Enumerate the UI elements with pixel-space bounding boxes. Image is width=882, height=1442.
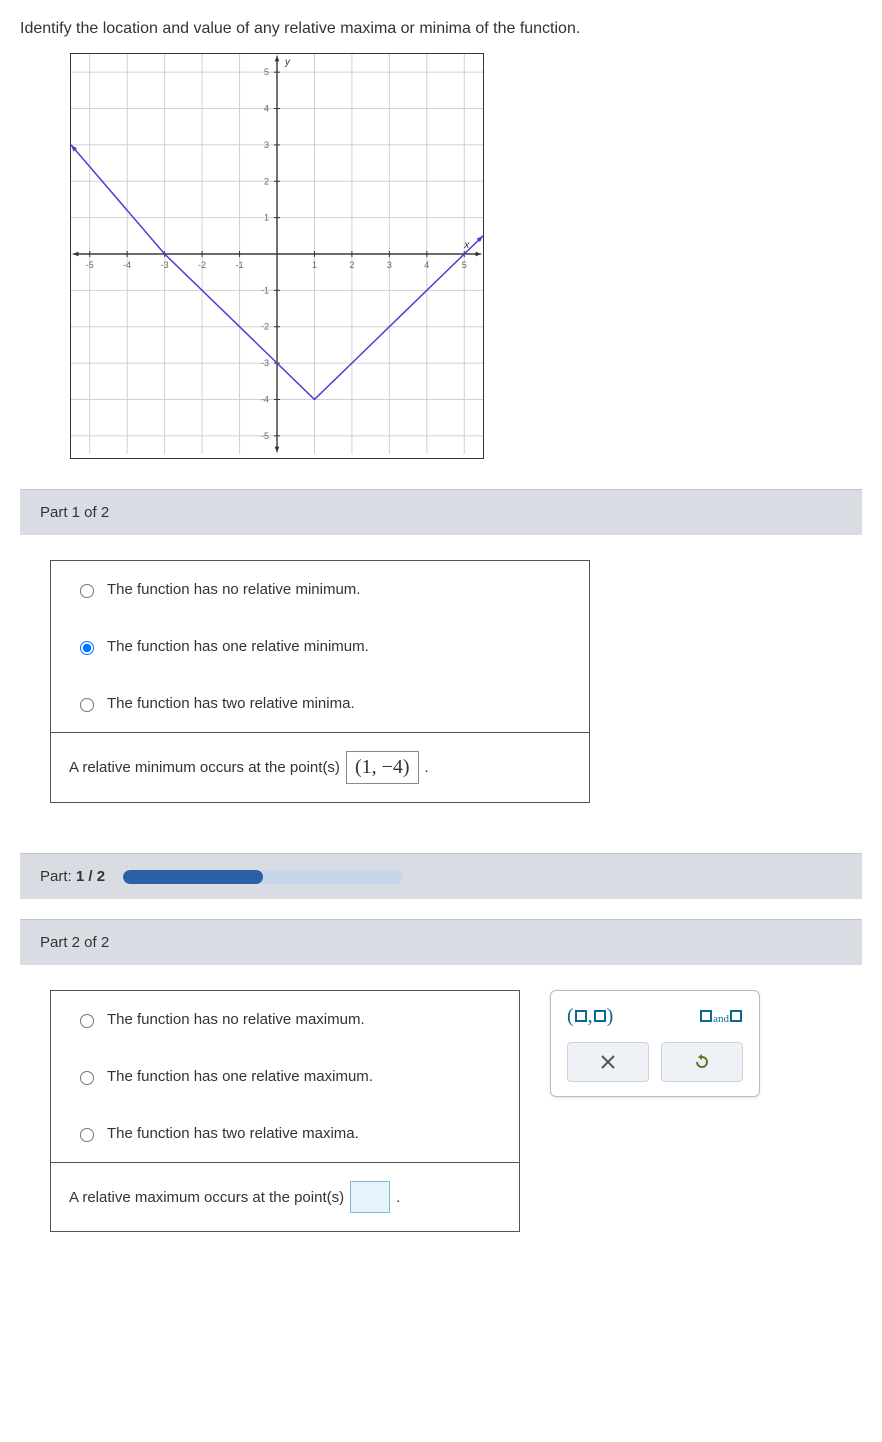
part1-option-0-label: The function has no relative minimum. bbox=[107, 581, 360, 598]
graph-plot: -5 -4 -3 -2 -1 1 2 3 4 5 -5 -4 -3 -2 -1 1 2 3 4 5 y x bbox=[70, 53, 484, 459]
part2-option-2-label: The function has two relative maxima. bbox=[107, 1125, 359, 1142]
part1-option-1-label: The function has one relative minimum. bbox=[107, 638, 369, 655]
part1-answer-prefix: A relative minimum occurs at the point(s… bbox=[69, 759, 340, 776]
undo-icon bbox=[693, 1053, 711, 1071]
svg-text:5: 5 bbox=[264, 67, 269, 77]
part1-radio-1[interactable] bbox=[80, 641, 94, 655]
svg-text:1: 1 bbox=[264, 213, 269, 223]
svg-text:-2: -2 bbox=[198, 260, 206, 270]
clear-button[interactable] bbox=[567, 1042, 649, 1082]
part1-radio-0[interactable] bbox=[80, 584, 94, 598]
part2-answer-prefix: A relative maximum occurs at the point(s… bbox=[69, 1189, 344, 1206]
svg-text:-5: -5 bbox=[261, 431, 269, 441]
svg-text:x: x bbox=[463, 240, 470, 251]
part1-header: Part 1 of 2 bbox=[20, 489, 862, 535]
tool-panel: (,) and bbox=[550, 990, 760, 1097]
svg-text:2: 2 bbox=[264, 176, 269, 186]
svg-text:-4: -4 bbox=[261, 394, 269, 404]
svg-text:4: 4 bbox=[264, 104, 269, 114]
part1-radio-2[interactable] bbox=[80, 698, 94, 712]
part2-answer-suffix: . bbox=[396, 1189, 400, 1206]
question-text: Identify the location and value of any r… bbox=[20, 20, 862, 38]
progress-label-prefix: Part: bbox=[40, 868, 76, 885]
part2-option-1[interactable]: The function has one relative maximum. bbox=[51, 1048, 519, 1105]
part2-option-1-label: The function has one relative maximum. bbox=[107, 1068, 373, 1085]
part2-radio-1[interactable] bbox=[80, 1071, 94, 1085]
reset-button[interactable] bbox=[661, 1042, 743, 1082]
svg-text:2: 2 bbox=[349, 260, 354, 270]
svg-text:-5: -5 bbox=[86, 260, 94, 270]
part1-answer-suffix: . bbox=[425, 759, 429, 776]
part1-option-group: The function has no relative minimum. Th… bbox=[50, 560, 590, 803]
progress-label-value: 1 / 2 bbox=[76, 868, 105, 885]
svg-text:-3: -3 bbox=[261, 358, 269, 368]
svg-text:-3: -3 bbox=[161, 260, 169, 270]
part1-body: The function has no relative minimum. Th… bbox=[20, 535, 862, 833]
part2-option-2[interactable]: The function has two relative maxima. bbox=[51, 1105, 519, 1162]
tool-and[interactable]: and bbox=[699, 1005, 743, 1028]
part1-answer-value: (1, −4) bbox=[355, 756, 410, 779]
part1-option-2[interactable]: The function has two relative minima. bbox=[51, 675, 589, 732]
part2-option-group: The function has no relative maximum. Th… bbox=[50, 990, 520, 1232]
part1-option-0[interactable]: The function has no relative minimum. bbox=[51, 561, 589, 618]
progress-row: Part: 1 / 2 bbox=[20, 853, 862, 899]
svg-text:5: 5 bbox=[462, 260, 467, 270]
progress-bar-fill bbox=[123, 870, 263, 884]
tool-ordered-pair[interactable]: (,) bbox=[567, 1005, 613, 1028]
progress-label: Part: 1 / 2 bbox=[40, 868, 105, 885]
part2-option-0-label: The function has no relative maximum. bbox=[107, 1011, 365, 1028]
part1-option-2-label: The function has two relative minima. bbox=[107, 695, 355, 712]
progress-bar bbox=[123, 870, 403, 884]
part2-radio-0[interactable] bbox=[80, 1014, 94, 1028]
svg-text:-1: -1 bbox=[261, 285, 269, 295]
part1-answer-input[interactable]: (1, −4) bbox=[346, 751, 419, 784]
close-icon bbox=[600, 1054, 616, 1070]
svg-text:-2: -2 bbox=[261, 322, 269, 332]
part2-body: The function has no relative maximum. Th… bbox=[20, 965, 862, 1262]
svg-text:1: 1 bbox=[312, 260, 317, 270]
svg-text:4: 4 bbox=[424, 260, 429, 270]
svg-text:-1: -1 bbox=[236, 260, 244, 270]
part2-answer-input[interactable] bbox=[350, 1181, 390, 1213]
tool-and-label: and bbox=[713, 1013, 729, 1025]
part2-answer-row: A relative maximum occurs at the point(s… bbox=[51, 1162, 519, 1231]
part2-option-0[interactable]: The function has no relative maximum. bbox=[51, 991, 519, 1048]
part1-option-1[interactable]: The function has one relative minimum. bbox=[51, 618, 589, 675]
svg-text:-4: -4 bbox=[123, 260, 131, 270]
svg-text:3: 3 bbox=[264, 140, 269, 150]
svg-text:y: y bbox=[284, 57, 291, 68]
svg-text:3: 3 bbox=[387, 260, 392, 270]
part2-header: Part 2 of 2 bbox=[20, 919, 862, 965]
part2-radio-2[interactable] bbox=[80, 1128, 94, 1142]
part1-answer-row: A relative minimum occurs at the point(s… bbox=[51, 732, 589, 802]
